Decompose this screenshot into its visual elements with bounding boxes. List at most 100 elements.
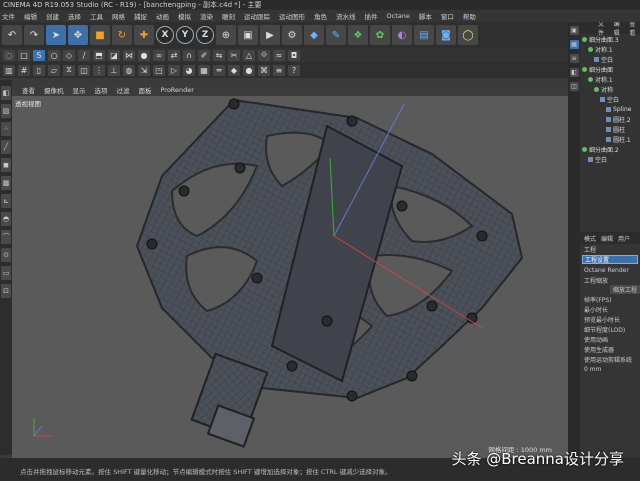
move-icon[interactable]: ✥ [68, 25, 88, 45]
tab-edit[interactable]: 编辑 [601, 234, 613, 243]
menu-item[interactable]: 角色 [314, 11, 327, 21]
script-icon[interactable]: ≡ [273, 64, 285, 76]
tab-project-settings[interactable]: 工程设置 [582, 255, 638, 264]
polygon-icon[interactable]: ◇ [63, 49, 75, 61]
axis-y-icon[interactable]: Y [176, 26, 194, 44]
layer-icon[interactable]: ◧ [569, 68, 579, 77]
scale-project-button[interactable]: 缩放工程 [610, 285, 640, 294]
menu-item[interactable]: 脚本 [419, 11, 432, 21]
lock-axis-icon[interactable]: ⊡ [1, 284, 11, 298]
viewport-menu-item[interactable]: 摄像机 [44, 85, 64, 95]
tweak-icon[interactable]: ⇲ [138, 64, 150, 76]
bevel-icon[interactable]: ◪ [108, 49, 120, 61]
stitch-icon[interactable]: ✂ [228, 49, 240, 61]
structure-icon[interactable]: ≡ [569, 54, 579, 63]
texture-mode-icon[interactable]: ▨ [1, 104, 11, 118]
axis-z-icon[interactable]: Z [196, 26, 214, 44]
axis-x-icon[interactable]: X [156, 26, 174, 44]
cloner-icon[interactable]: ✿ [370, 25, 390, 45]
render-icon[interactable]: ▷ [168, 64, 180, 76]
object-row[interactable]: 圆柱.1 [580, 134, 640, 144]
viewport-menu-item[interactable]: 过滤 [117, 85, 130, 95]
material-icon[interactable]: ◕ [183, 64, 195, 76]
menu-item[interactable]: 流水线 [336, 11, 356, 21]
lasso-icon[interactable]: ○ [48, 49, 60, 61]
symmetry-icon[interactable]: ⧖ [63, 64, 75, 76]
menu-item[interactable]: 工具 [90, 11, 103, 21]
render-view-icon[interactable]: ▶ [260, 25, 280, 45]
menu-item[interactable]: 模拟 [178, 11, 191, 21]
object-row[interactable]: 对称.1 [580, 74, 640, 84]
tab-view[interactable]: 查看 [629, 22, 640, 37]
brush-icon[interactable]: ✐ [198, 49, 210, 61]
bridge-icon[interactable]: ⋈ [123, 49, 135, 61]
object-row[interactable]: 空白 [580, 94, 640, 104]
tab-mode[interactable]: 模式 [584, 234, 596, 243]
workplane-icon[interactable]: ▱ [48, 64, 60, 76]
smooth-icon[interactable]: ≈ [273, 49, 285, 61]
cursor-icon[interactable]: ➤ [46, 25, 66, 45]
live-select-icon[interactable]: ◌ [3, 49, 15, 61]
knife-icon[interactable]: ∕ [78, 49, 90, 61]
viewport-menu-item[interactable]: 查看 [22, 85, 35, 95]
menu-item[interactable]: Octane [387, 12, 410, 20]
deformer-icon[interactable]: ◐ [392, 25, 412, 45]
extrude-icon[interactable]: ⬒ [93, 49, 105, 61]
viewport-menu-item[interactable]: 选项 [95, 85, 108, 95]
uv-mode-icon[interactable]: ▩ [1, 176, 11, 190]
mirror-icon[interactable]: ⇋ [213, 49, 225, 61]
object-row[interactable]: 细分曲面.2 [580, 144, 640, 154]
menu-item[interactable]: 动画 [156, 11, 169, 21]
object-row[interactable]: 空白 [580, 154, 640, 164]
lock-icon[interactable]: ▯ [33, 64, 45, 76]
camera-icon[interactable]: ◙ [436, 25, 456, 45]
object-row[interactable]: 对称 [580, 84, 640, 94]
snap-settings-icon[interactable]: ◫ [78, 64, 90, 76]
object-row[interactable]: 圆柱 [580, 124, 640, 134]
menu-item[interactable]: 渲染 [200, 11, 213, 21]
undo-icon[interactable]: ↶ [2, 25, 22, 45]
menu-item[interactable]: 运动跟踪 [244, 11, 270, 21]
quantize-icon[interactable]: ⋮ [93, 64, 105, 76]
grid-icon[interactable]: # [18, 64, 30, 76]
perspective-viewport[interactable]: 透视视图 网格间距: 1000 mm [12, 96, 568, 458]
menu-item[interactable]: 捕捉 [134, 11, 147, 21]
menu-item[interactable]: 编辑 [24, 11, 37, 21]
point-mode-icon[interactable]: ⁘ [1, 122, 11, 136]
weld-icon[interactable]: ● [138, 49, 150, 61]
object-manager-icon[interactable]: ▣ [569, 26, 579, 35]
menu-item[interactable]: 创建 [46, 11, 59, 21]
object-row[interactable]: 细分曲面 [580, 64, 640, 74]
polygon-mode-icon[interactable]: ◼ [1, 158, 11, 172]
triangulate-icon[interactable]: △ [243, 49, 255, 61]
menu-item[interactable]: 窗口 [441, 11, 454, 21]
record-icon[interactable]: ● [243, 64, 255, 76]
renderer-label[interactable]: Octane Render [580, 265, 640, 275]
texture-icon[interactable]: ▦ [198, 64, 210, 76]
menu-item[interactable]: 帮助 [463, 11, 476, 21]
menu-item[interactable]: 插件 [365, 11, 378, 21]
edge-mode-icon[interactable]: ╱ [1, 140, 11, 154]
attribute-manager-icon[interactable]: ◫ [569, 82, 579, 91]
loop-icon[interactable]: ∞ [153, 49, 165, 61]
object-row[interactable]: Spline [580, 104, 640, 114]
python-icon[interactable]: ⌘ [258, 64, 270, 76]
optimize-icon[interactable]: ⟐ [258, 49, 270, 61]
pedal-mesh[interactable] [12, 96, 568, 458]
object-row[interactable]: 圆柱.2 [580, 114, 640, 124]
sculpt-icon[interactable]: ◓ [1, 212, 11, 226]
cube-icon[interactable]: ◆ [304, 25, 324, 45]
menu-item[interactable]: 网格 [112, 11, 125, 21]
layout-icon[interactable]: ▥ [3, 64, 15, 76]
coord-field[interactable]: 0 mm [580, 364, 640, 374]
redo-icon[interactable]: ↷ [24, 25, 44, 45]
snap-toggle-icon[interactable]: ⊙ [1, 248, 11, 262]
tab-user[interactable]: 用户 [618, 234, 630, 243]
render-region-icon[interactable]: ▣ [238, 25, 258, 45]
coordinate-icon[interactable]: ⊕ [216, 25, 236, 45]
viewport-menu-item[interactable]: 显示 [73, 85, 86, 95]
subdivide-icon[interactable]: ❖ [348, 25, 368, 45]
snap-icon[interactable]: S [33, 49, 45, 61]
object-row[interactable]: 对称.1 [580, 44, 640, 54]
floor-icon[interactable]: ▤ [414, 25, 434, 45]
